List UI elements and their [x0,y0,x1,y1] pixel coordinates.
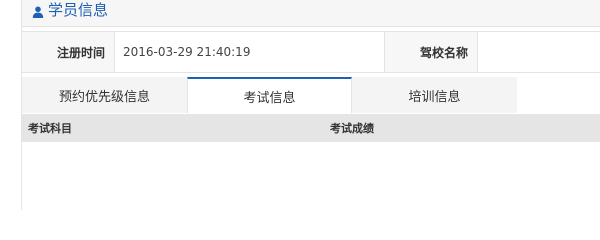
column-header-exam-score[interactable]: 考试成绩 [330,120,374,136]
section-title-text: 学员信息 [48,1,109,19]
section-header: 学员信息 [22,0,600,27]
section-title: 学员信息 [32,0,108,19]
user-icon [32,4,44,18]
tab-exam-info[interactable]: 考试信息 [187,77,352,113]
reg-time-value: 2016-03-29 21:40:19 [115,32,385,72]
tab-booking-priority[interactable]: 预约优先级信息 [22,77,187,113]
left-sidebar-edge [0,0,22,210]
tab-training-info[interactable]: 培训信息 [352,77,517,113]
tab-bar-spacer [517,77,600,113]
info-tabs: 预约优先级信息 考试信息 培训信息 [22,77,600,113]
column-header-exam-subject[interactable]: 考试科目 [28,120,72,136]
school-name-label: 驾校名称 [385,32,478,72]
exam-grid-header: 考试科目 考试成绩 [22,114,600,142]
school-name-value [478,32,600,72]
student-info-table: 注册时间 2016-03-29 21:40:19 驾校名称 [22,31,600,73]
reg-time-label: 注册时间 [22,32,115,72]
